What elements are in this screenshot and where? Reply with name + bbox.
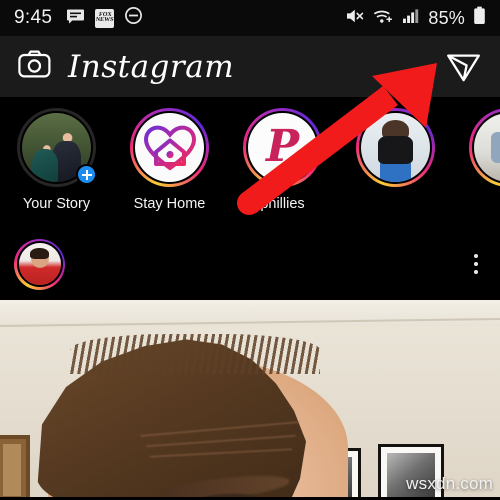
instagram-logo-title: Instagram: [68, 48, 235, 85]
status-bar: 9:45 FOX NEWS 85%: [0, 0, 500, 36]
photo-wooden-picture-frame: [0, 435, 30, 500]
avatar-image-man: [18, 243, 61, 285]
story-item-your-story[interactable]: Your Story: [0, 108, 113, 212]
mute-icon: [345, 7, 365, 30]
story-ring: P: [243, 108, 322, 187]
fox-icon-line2: NEWS: [95, 17, 114, 23]
dot: [474, 254, 478, 258]
status-bar-system-icons: 85%: [345, 6, 486, 30]
camera-icon[interactable]: [18, 50, 51, 83]
avatar-image-woman: [361, 113, 430, 182]
story-avatar: [133, 111, 206, 184]
avatar-image-partial: [474, 113, 500, 182]
story-label: Stay Home: [133, 196, 206, 212]
dot: [474, 270, 478, 274]
cellular-signal-icon: [402, 7, 420, 30]
paper-plane-icon[interactable]: [445, 46, 482, 88]
battery-percent-label: 85%: [428, 7, 465, 28]
story-avatar: [472, 111, 500, 184]
story-ring: [356, 108, 435, 187]
app-bar-actions: [445, 46, 482, 88]
story-item-4[interactable]: [339, 108, 452, 196]
photo-hair-spikes: [70, 334, 320, 374]
avatar-detail: [380, 161, 411, 182]
fox-news-app-icon: FOX NEWS: [95, 8, 115, 28]
watermark-label: wsxdn.com: [406, 474, 493, 493]
stay-home-sticker-icon: [135, 113, 204, 182]
story-ring: [130, 108, 209, 187]
do-not-disturb-icon: [124, 6, 143, 30]
three-dots-vertical-icon[interactable]: [466, 248, 486, 280]
post-image[interactable]: wsxdn.com: [0, 300, 500, 500]
story-avatar: [359, 111, 432, 184]
post-header: [0, 228, 500, 300]
story-avatar: P: [246, 111, 319, 184]
dot: [474, 262, 478, 266]
app-bar: Instagram: [0, 36, 500, 97]
story-label: Your Story: [22, 196, 91, 212]
story-item-stay-home[interactable]: Stay Home: [113, 108, 226, 212]
status-bar-clock: 9:45: [14, 7, 53, 28]
stories-tray[interactable]: Your Story Stay Home P phillies: [0, 97, 500, 228]
frame-mat: [3, 444, 21, 496]
story-item-phillies[interactable]: P phillies: [226, 108, 339, 212]
add-to-story-badge[interactable]: [76, 164, 97, 185]
story-ring: [469, 108, 500, 187]
post-author-avatar-ring[interactable]: [14, 238, 65, 290]
phillies-logo-icon: P: [248, 113, 317, 182]
story-label: phillies: [260, 196, 305, 212]
message-bubble-icon: [66, 8, 85, 29]
story-item-5[interactable]: [452, 108, 500, 196]
battery-icon: [473, 6, 486, 30]
instagram-app-screen: 9:45 FOX NEWS 85% Instagram Your Story S…: [0, 0, 500, 500]
avatar: [16, 241, 63, 287]
wifi-icon: [373, 7, 394, 30]
status-bar-notification-icons: FOX NEWS: [66, 6, 143, 30]
